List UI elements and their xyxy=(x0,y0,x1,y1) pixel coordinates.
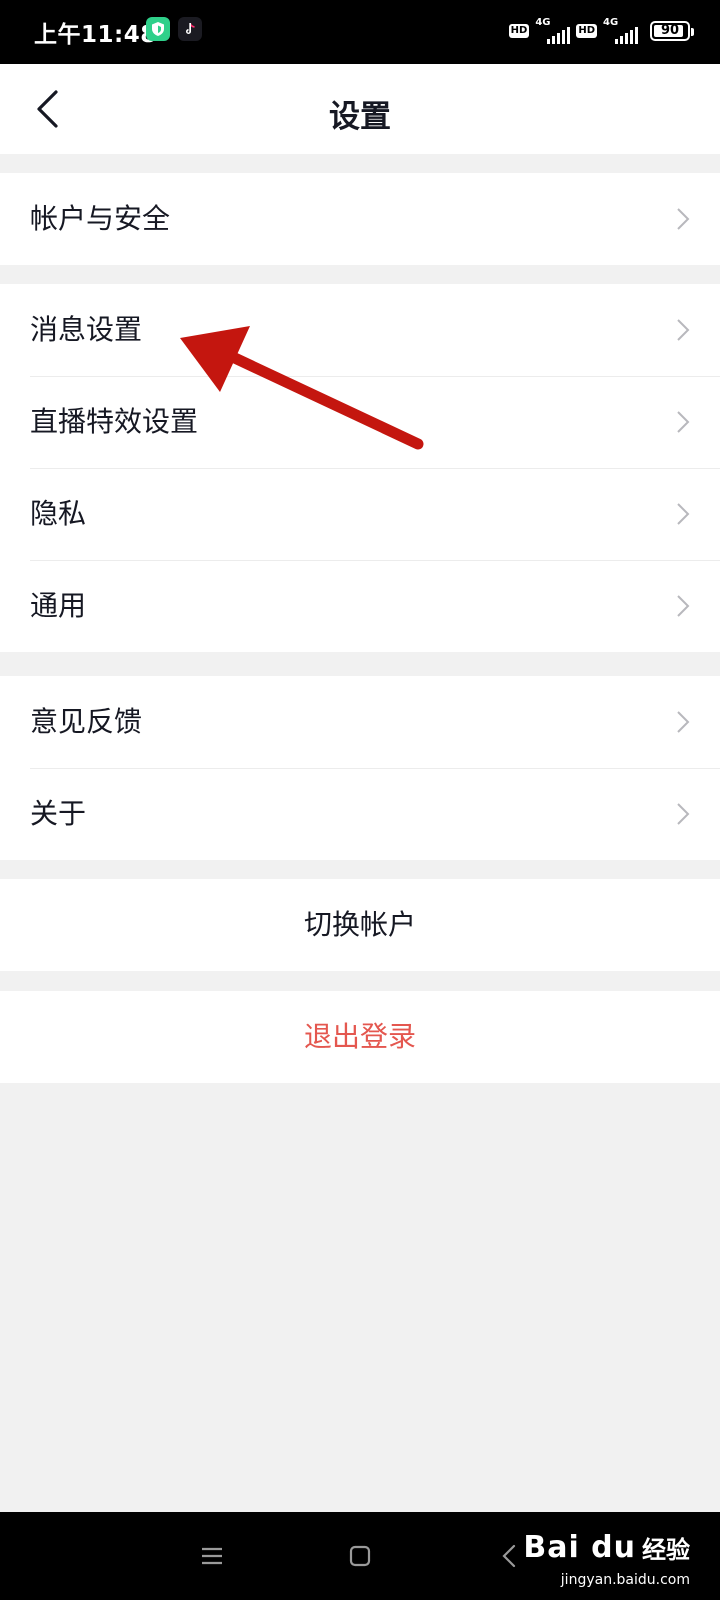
watermark-brand: Bai du xyxy=(523,1530,636,1565)
security-app-icon xyxy=(146,17,170,41)
nav-header: 设置 xyxy=(0,64,720,154)
settings-item-account-security[interactable]: 帐户与安全 xyxy=(0,173,720,265)
status-time: 上午11:48 xyxy=(34,22,157,48)
home-square-icon xyxy=(349,1545,371,1567)
settings-item-label: 意见反馈 xyxy=(30,705,143,738)
chevron-right-icon xyxy=(677,208,690,230)
switch-account-button[interactable]: 切换帐户 xyxy=(0,879,720,971)
menu-icon xyxy=(202,1547,222,1565)
tiktok-app-icon xyxy=(178,17,202,41)
settings-item-label: 消息设置 xyxy=(30,313,143,346)
switch-account-group: 切换帐户 xyxy=(0,879,720,971)
status-indicators: HD 4G HD 4G 90 xyxy=(508,14,694,48)
settings-group-account: 帐户与安全 xyxy=(0,173,720,265)
signal-1: 4G xyxy=(535,17,571,44)
logout-group: 退出登录 xyxy=(0,991,720,1083)
status-bar: 上午11:48 HD 4G HD 4G 90 xyxy=(0,0,720,64)
logout-label: 退出登录 xyxy=(303,1020,416,1053)
network-label: 4G xyxy=(603,17,619,28)
chevron-right-icon xyxy=(677,711,690,733)
settings-item-message[interactable]: 消息设置 xyxy=(0,284,720,376)
network-label: 4G xyxy=(535,17,551,28)
settings-group-support: 意见反馈 关于 xyxy=(0,676,720,860)
settings-item-live-effects[interactable]: 直播特效设置 xyxy=(0,376,720,468)
settings-item-label: 帐户与安全 xyxy=(30,202,171,235)
system-nav-bar: Bai du 经验 jingyan.baidu.com xyxy=(0,1512,720,1600)
battery-icon: 90 xyxy=(650,21,694,41)
baidu-watermark: Bai du 经验 xyxy=(523,1530,690,1565)
signal-2: 4G xyxy=(603,18,638,44)
logout-button[interactable]: 退出登录 xyxy=(0,991,720,1083)
watermark-url: jingyan.baidu.com xyxy=(560,1572,690,1588)
home-button[interactable] xyxy=(342,1538,378,1574)
recent-apps-button[interactable] xyxy=(194,1538,230,1574)
battery-percent: 90 xyxy=(660,23,680,38)
chevron-right-icon xyxy=(677,595,690,617)
page-title: 设置 xyxy=(329,99,391,135)
chevron-right-icon xyxy=(677,803,690,825)
chevron-right-icon xyxy=(677,319,690,341)
settings-item-feedback[interactable]: 意见反馈 xyxy=(0,676,720,768)
settings-item-label: 通用 xyxy=(30,589,87,622)
chevron-right-icon xyxy=(677,503,690,525)
settings-item-label: 隐私 xyxy=(30,497,87,530)
chevron-right-icon xyxy=(677,411,690,433)
settings-group-main: 消息设置 直播特效设置 隐私 通用 xyxy=(0,284,720,652)
settings-item-privacy[interactable]: 隐私 xyxy=(0,468,720,560)
hd-badge: HD xyxy=(508,24,530,38)
signal-bars-icon xyxy=(615,26,638,44)
settings-item-about[interactable]: 关于 xyxy=(0,768,720,860)
settings-item-label: 直播特效设置 xyxy=(30,405,199,438)
signal-bars-icon xyxy=(547,26,571,44)
settings-item-general[interactable]: 通用 xyxy=(0,560,720,652)
settings-item-label: 关于 xyxy=(30,797,87,830)
watermark-sub: 经验 xyxy=(642,1536,690,1564)
hd-badge: HD xyxy=(576,24,597,38)
switch-account-label: 切换帐户 xyxy=(303,908,416,941)
